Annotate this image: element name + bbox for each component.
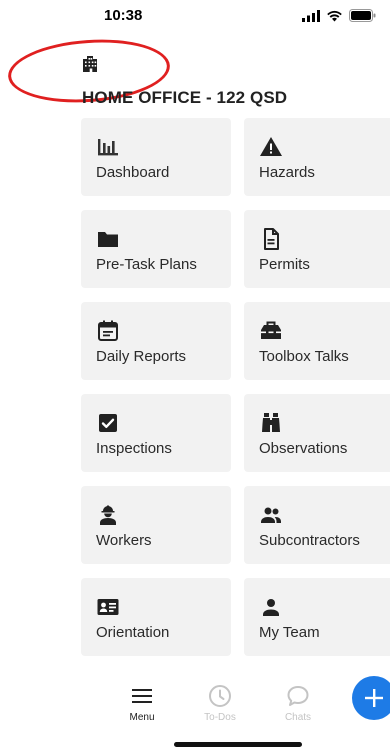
nav-tab-label: To-Dos	[204, 712, 236, 723]
menu-tile-observations[interactable]: Observations	[244, 394, 390, 472]
menu-tile-label: Subcontractors	[259, 532, 360, 549]
menu-tile-subcontractors[interactable]: Subcontractors	[244, 486, 390, 564]
people-icon	[261, 507, 281, 523]
bar-chart-icon	[98, 139, 118, 156]
checkbox-icon	[99, 414, 117, 432]
building-icon	[83, 56, 97, 72]
menu-tile-my-team[interactable]: My Team	[244, 578, 390, 656]
nav-tab-label: Chats	[284, 712, 312, 723]
menu-tile-label: Toolbox Talks	[259, 348, 349, 365]
chat-bubble-icon	[287, 686, 309, 706]
clock-icon	[209, 685, 231, 707]
menu-tile-workers[interactable]: Workers	[81, 486, 231, 564]
menu-tile-label: Daily Reports	[96, 348, 187, 365]
person-icon	[263, 599, 279, 616]
menu-tile-label: Workers	[96, 532, 152, 549]
status-icons	[302, 9, 376, 22]
add-button[interactable]	[352, 676, 390, 720]
menu-tile-daily-reports[interactable]: Daily Reports	[81, 302, 231, 380]
hamburger-icon	[132, 689, 152, 703]
calendar-icon	[98, 320, 118, 341]
toolbox-icon	[261, 321, 281, 339]
id-card-icon	[97, 599, 119, 615]
plus-icon	[365, 689, 383, 707]
bottom-nav: Menu To-Dos Chats	[0, 672, 390, 747]
menu-tile-label: Inspections	[96, 440, 172, 457]
menu-tile-hazards[interactable]: Hazards	[244, 118, 390, 196]
menu-tile-label: Dashboard	[96, 164, 170, 181]
menu-tile-label: Orientation	[96, 624, 170, 641]
nav-tab-label: Menu	[129, 712, 155, 723]
document-icon	[264, 228, 279, 250]
menu-tile-dashboard[interactable]: Dashboard	[81, 118, 231, 196]
battery-icon	[349, 9, 376, 22]
binoculars-icon	[262, 413, 280, 432]
menu-tile-label: Pre-Task Plans	[96, 256, 197, 273]
wifi-icon	[327, 10, 342, 21]
menu-tile-label: My Team	[259, 624, 320, 641]
nav-tab-menu[interactable]: Menu	[112, 684, 172, 723]
worker-icon	[100, 505, 116, 525]
menu-tile-orientation[interactable]: Orientation	[81, 578, 231, 656]
folder-icon	[98, 232, 118, 247]
nav-tab-to-dos[interactable]: To-Dos	[190, 684, 250, 723]
status-bar: 10:38	[0, 0, 390, 34]
nav-tab-chats[interactable]: Chats	[268, 684, 328, 723]
site-title[interactable]: HOME OFFICE - 122 QSD	[82, 88, 287, 108]
status-time: 10:38	[104, 7, 143, 24]
menu-tile-label: Permits	[259, 256, 310, 273]
warning-icon	[260, 137, 282, 156]
menu-tile-toolbox-talks[interactable]: Toolbox Talks	[244, 302, 390, 380]
home-indicator	[174, 742, 302, 747]
menu-tile-pre-task-plans[interactable]: Pre-Task Plans	[81, 210, 231, 288]
menu-tile-permits[interactable]: Permits	[244, 210, 390, 288]
signal-icon	[302, 9, 320, 22]
menu-tile-label: Hazards	[259, 164, 315, 181]
menu-tile-inspections[interactable]: Inspections	[81, 394, 231, 472]
menu-tile-label: Observations	[259, 440, 348, 457]
